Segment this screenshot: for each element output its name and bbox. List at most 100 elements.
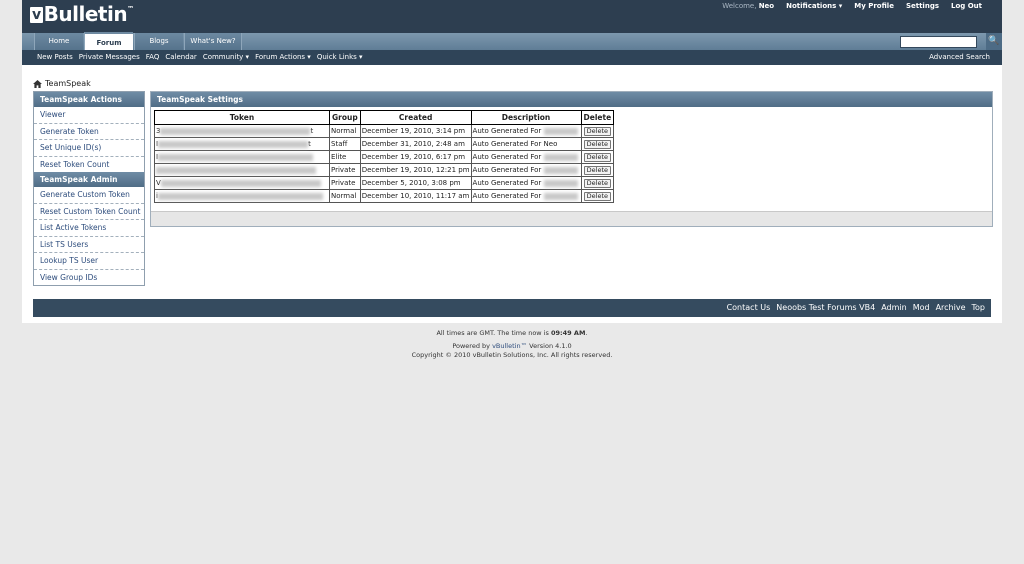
subnav-new-posts[interactable]: New Posts	[37, 53, 73, 61]
sidebar-item-viewer[interactable]: Viewer	[34, 107, 144, 124]
sidebar-item-list-ts-users[interactable]: List TS Users	[34, 237, 144, 253]
welcome-username[interactable]: Neo	[759, 2, 774, 10]
delete-button[interactable]: Delete	[583, 178, 612, 188]
subnav-forum-actions[interactable]: Forum Actions ▾	[255, 53, 311, 61]
created-cell: December 10, 2010, 11:17 am	[359, 189, 472, 203]
sub-navbar: New Posts Private Messages FAQ Calendar …	[22, 50, 1002, 65]
search-input[interactable]	[900, 36, 977, 48]
tab-whats-new[interactable]: What's New?	[184, 33, 242, 50]
logo-tm: ™	[127, 5, 134, 13]
token-end: t	[308, 140, 311, 148]
token-cell: i	[154, 189, 330, 203]
footer-mod[interactable]: Mod	[913, 303, 930, 312]
description-cell: Auto Generated For	[470, 150, 582, 164]
bottom-text: All times are GMT. The time now is 09:49…	[0, 329, 1024, 360]
settings-link[interactable]: Settings	[906, 2, 939, 10]
description-cell: Auto Generated For Neo	[470, 137, 582, 151]
description-cell: Auto Generated For	[470, 163, 582, 177]
token-cell: V	[154, 176, 330, 190]
time-prefix: All times are GMT. The time now is	[436, 329, 549, 337]
subnav-calendar[interactable]: Calendar	[165, 53, 196, 61]
vbulletin-logo[interactable]: v Bulletin™	[30, 2, 134, 26]
subnav-community[interactable]: Community ▾	[203, 53, 249, 61]
description-cell: Auto Generated For	[470, 189, 582, 203]
description-redacted	[543, 127, 578, 135]
created-cell: December 19, 2010, 12:21 pm	[359, 163, 472, 177]
logo-v-mark: v	[30, 7, 43, 23]
logout-link[interactable]: Log Out	[951, 2, 982, 10]
delete-button[interactable]: Delete	[583, 165, 612, 175]
token-redacted	[157, 192, 323, 200]
tab-forum[interactable]: Forum	[84, 32, 133, 50]
time-line: All times are GMT. The time now is 09:49…	[436, 329, 588, 337]
group-cell: Elite	[329, 150, 361, 164]
description-cell: Auto Generated For	[470, 176, 582, 190]
vbulletin-link[interactable]: vBulletin™	[492, 342, 527, 350]
footer-admin[interactable]: Admin	[881, 303, 907, 312]
subnav-private-messages[interactable]: Private Messages	[79, 53, 140, 61]
delete-button[interactable]: Delete	[583, 152, 612, 162]
sidebar-item-generate-custom-token[interactable]: Generate Custom Token	[34, 187, 144, 204]
tab-blogs[interactable]: Blogs	[134, 33, 183, 50]
tokens-table: Token Group Created Description Delete 3…	[154, 110, 615, 203]
description-cell: Auto Generated For	[470, 124, 582, 138]
description-text: Auto Generated For	[472, 127, 542, 135]
sidebar-item-reset-custom-token-count[interactable]: Reset Custom Token Count	[34, 204, 144, 220]
footer-archive[interactable]: Archive	[936, 303, 966, 312]
delete-button[interactable]: Delete	[583, 191, 612, 201]
sidebar-item-lookup-ts-user[interactable]: Lookup TS User	[34, 253, 144, 270]
token-row: 3 t Normal December 19, 2010, 3:14 pm Auto G…	[154, 124, 615, 138]
col-token: Token	[154, 110, 330, 125]
footer-contact-us[interactable]: Contact Us	[727, 303, 771, 312]
description-redacted	[543, 192, 578, 200]
sidebar-item-reset-token-count[interactable]: Reset Token Count	[34, 157, 144, 173]
advanced-search-link[interactable]: Advanced Search	[929, 53, 990, 61]
sidebar-item-generate-token[interactable]: Generate Token	[34, 124, 144, 140]
home-icon[interactable]	[33, 79, 42, 88]
my-profile-link[interactable]: My Profile	[854, 2, 894, 10]
notifications-menu[interactable]: Notifications ▾	[786, 2, 842, 10]
token-cell: I	[154, 150, 330, 164]
description-text: Auto Generated For	[472, 192, 542, 200]
delete-button[interactable]: Delete	[583, 139, 612, 149]
token-redacted	[156, 166, 316, 174]
group-cell: Normal	[329, 124, 361, 138]
group-cell: Private	[329, 163, 361, 177]
copyright: Copyright © 2010 vBulletin Solutions, In…	[411, 351, 613, 359]
description-text: Auto Generated For	[472, 179, 542, 187]
site-header: v Bulletin™ Welcome, Neo Notifications ▾ …	[22, 0, 1002, 33]
token-redacted	[160, 179, 321, 187]
subnav-faq[interactable]: FAQ	[146, 53, 160, 61]
created-cell: December 5, 2010, 3:08 pm	[359, 176, 472, 190]
description-text: Auto Generated For	[472, 153, 542, 161]
token-row: Private December 19, 2010, 12:21 pm Auto G…	[154, 163, 615, 177]
tab-home[interactable]: Home	[34, 33, 83, 50]
delete-cell: Delete	[580, 176, 615, 190]
token-redacted	[158, 140, 309, 148]
group-cell: Normal	[329, 189, 361, 203]
created-cell: December 19, 2010, 3:14 pm	[359, 124, 472, 138]
token-redacted	[160, 127, 311, 135]
col-group: Group	[329, 110, 361, 125]
token-row: I Elite December 19, 2010, 6:17 pm Auto Gen…	[154, 150, 615, 164]
footer-forum-home[interactable]: Neoobs Test Forums VB4	[776, 303, 875, 312]
col-delete: Delete	[580, 110, 615, 125]
token-row: It Staff December 31, 2010, 2:48 am Auto Ge…	[154, 137, 615, 151]
top-links: Welcome, Neo Notifications ▾ My Profile …	[722, 2, 982, 10]
created-cell: December 31, 2010, 2:48 am	[359, 137, 472, 151]
footer-bar: Contact Us Neoobs Test Forums VB4 Admin …	[33, 299, 991, 317]
delete-cell: Delete	[580, 189, 615, 203]
sidebar-item-set-unique-ids[interactable]: Set Unique ID(s)	[34, 140, 144, 157]
token-row: iNormalDecember 10, 2010, 11:17 amAuto G…	[154, 189, 615, 203]
description-text: Auto Generated For	[472, 140, 542, 148]
sidebar-item-list-active-tokens[interactable]: List Active Tokens	[34, 220, 144, 237]
search-icon[interactable]: 🔍	[986, 33, 1002, 50]
teamspeak-sidebar: TeamSpeak Actions Viewer Generate Token …	[33, 91, 145, 286]
breadcrumb: TeamSpeak	[33, 79, 91, 88]
sidebar-item-view-group-ids[interactable]: View Group IDs	[34, 270, 144, 286]
footer-top[interactable]: Top	[972, 303, 986, 312]
delete-cell: Delete	[580, 150, 615, 164]
created-cell: December 19, 2010, 6:17 pm	[359, 150, 472, 164]
delete-button[interactable]: Delete	[583, 126, 612, 136]
subnav-quick-links[interactable]: Quick Links ▾	[317, 53, 363, 61]
